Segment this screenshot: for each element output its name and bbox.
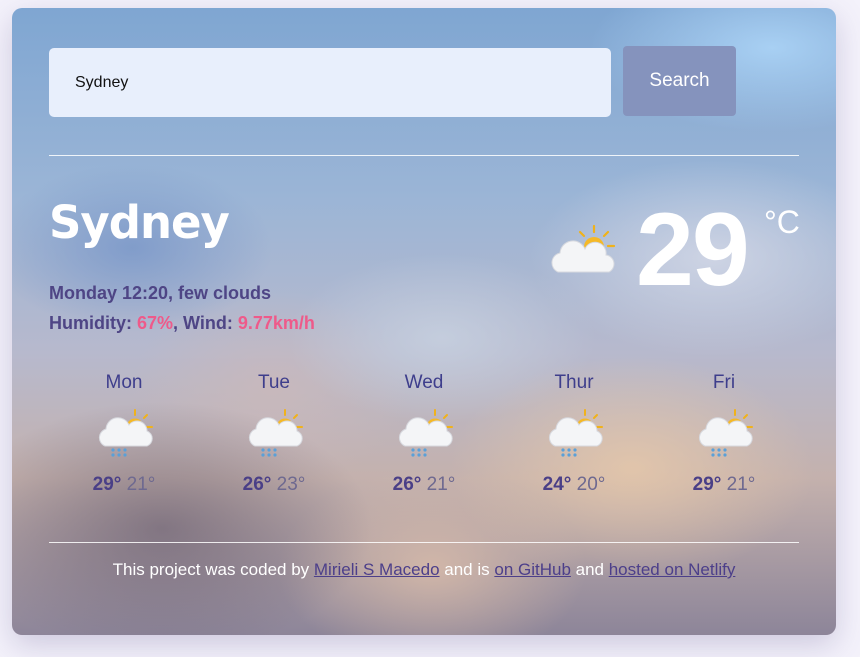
forecast-row: Mon 29° 21° Tue 26° 23° Wed 26° 21° Thur…	[49, 370, 799, 496]
netlify-link[interactable]: hosted on Netlify	[609, 560, 736, 579]
rain-cloud-sun-icon	[695, 408, 753, 458]
top-divider	[49, 155, 799, 156]
temperature-unit: °C	[764, 204, 800, 240]
forecast-max: 29°	[692, 474, 722, 495]
rain-cloud-sun-icon	[95, 408, 153, 458]
wind-label: Wind:	[183, 313, 238, 333]
author-link[interactable]: Mirieli S Macedo	[314, 560, 440, 579]
forecast-max: 29°	[92, 474, 122, 495]
forecast-max: 26°	[392, 474, 422, 495]
forecast-min: 21°	[726, 474, 756, 495]
city-search-input[interactable]	[49, 48, 611, 117]
weather-card: Search Sydney Monday 12:20, few clouds H…	[12, 8, 836, 635]
footer: This project was coded by Mirieli S Mace…	[112, 560, 736, 579]
forecast-max: 26°	[242, 474, 272, 495]
forecast-min: 23°	[276, 474, 306, 495]
bottom-divider	[49, 542, 799, 543]
datetime-description: Monday 12:20, few clouds	[49, 283, 272, 303]
forecast-day: Tue 26° 23°	[199, 370, 349, 496]
forecast-day: Thur 24° 20°	[499, 370, 649, 496]
rain-cloud-sun-icon	[245, 408, 303, 458]
rain-cloud-sun-icon	[545, 408, 603, 458]
city-name: Sydney	[49, 196, 230, 249]
github-link[interactable]: on GitHub	[494, 560, 571, 579]
forecast-day: Wed 26° 21°	[349, 370, 499, 496]
sun-behind-cloud-icon	[546, 224, 616, 281]
forecast-day-name: Thur	[554, 372, 594, 393]
forecast-min: 21°	[426, 474, 456, 495]
humidity-value: 67%	[137, 313, 174, 333]
current-temperature: 29	[636, 192, 750, 308]
current-details: Monday 12:20, few clouds Humidity: 67%, …	[49, 278, 315, 338]
forecast-max: 24°	[542, 474, 572, 495]
humidity-wind-line: Humidity: 67%, Wind: 9.77km/h	[49, 313, 315, 333]
forecast-day-name: Tue	[257, 372, 291, 393]
rain-cloud-sun-icon	[395, 408, 453, 458]
forecast-day: Fri 29° 21°	[649, 370, 799, 496]
wind-value: 9.77km/h	[237, 313, 315, 333]
forecast-day-name: Mon	[105, 372, 143, 393]
forecast-min: 21°	[126, 474, 156, 495]
search-button[interactable]: Search	[623, 46, 736, 116]
forecast-day-name: Fri	[712, 372, 736, 393]
humidity-label: Humidity:	[49, 313, 137, 333]
forecast-day: Mon 29° 21°	[49, 370, 199, 496]
forecast-day-name: Wed	[404, 372, 444, 393]
forecast-min: 20°	[576, 474, 606, 495]
